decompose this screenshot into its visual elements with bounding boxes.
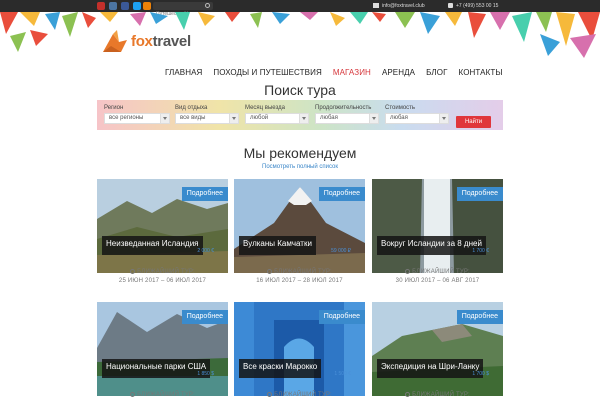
clock-icon [267,391,273,397]
clock-icon [405,391,411,397]
see-all-link[interactable]: Посмотреть полный список [0,164,600,170]
filter-duration: Продолжительность любая [315,105,379,124]
odnoklassniki-icon[interactable] [143,2,151,10]
tour-title[interactable]: Вокруг Исландии за 8 дней [377,236,486,255]
filter-region: Регион все регионы [104,105,170,124]
details-button[interactable]: Подробнее [456,310,503,324]
twitter-icon[interactable] [133,2,141,10]
tour-card[interactable]: Подробнее Национальные парки США 1 850 $ [97,302,228,396]
next-tour-info: БЛИЖАЙШИЙ ТУР: 25 ИЮН 2017 – 06 ИЮЛ 2017 [97,268,228,286]
search-section-title: Поиск тура [264,82,336,98]
clock-icon [267,268,273,274]
tour-price: 1 700 € [472,248,489,254]
details-button[interactable]: Подробнее [318,310,365,324]
nav-item-tours[interactable]: ПОХОДЫ И ПУТЕШЕСТВИЯ [213,68,321,77]
next-tour-info: БЛИЖАЙШИЙ ТУР: [234,391,365,400]
tour-card[interactable]: Подробнее Вокруг Исландии за 8 дней 1 70… [372,179,503,273]
mail-icon [373,3,379,8]
type-select[interactable]: все виды [175,113,239,124]
tour-title[interactable]: Неизведанная Исландия [102,236,203,255]
phone-icon [448,3,453,8]
youtube-icon[interactable] [97,2,105,10]
tour-card[interactable]: Подробнее Экспедиция на Шри-Ланку 1 700 … [372,302,503,396]
price-select[interactable]: любая [385,113,449,124]
filter-type: Вид отдыха все виды [175,105,239,124]
duration-select[interactable]: любая [315,113,379,124]
filter-price: Стоимость любая [385,105,449,124]
nav-item-blog[interactable]: БЛОГ [426,68,447,77]
filter-month: Месяц выезда любой [245,105,309,124]
search-box [153,2,213,18]
tour-dates: 25 ИЮН 2017 – 06 ИЮЛ 2017 [118,278,207,284]
clock-icon [130,268,136,274]
main-nav: ГЛАВНАЯ ПОХОДЫ И ПУТЕШЕСТВИЯ МАГАЗИН АРЕ… [165,68,503,77]
region-select[interactable]: все регионы [104,113,170,124]
filter-month-label: Месяц выезда [245,105,285,111]
tour-title[interactable]: Национальные парки США [102,359,211,378]
next-tour-info: БЛИЖАЙШИЙ ТУР: 16 ИЮЛ 2017 – 28 ИЮЛ 2017 [234,268,365,286]
fox-logo-icon[interactable] [101,30,129,54]
confetti-decoration [0,12,600,58]
clock-icon [130,391,136,397]
month-select[interactable]: любой [245,113,309,124]
tour-price: 1 700 $ [472,371,489,377]
chevron-down-icon [369,114,378,123]
top-bar: info@foxtravel.club +7 (499) 553 00 15 [0,0,600,18]
details-button[interactable]: Подробнее [181,187,228,201]
recommend-title: Мы рекомендуем [243,145,357,161]
tour-title[interactable]: Все краски Марокко [239,359,322,378]
tour-title[interactable]: Вулканы Камчатки [239,236,316,255]
tour-filter-bar: Регион все регионы Вид отдыха все виды М… [97,100,503,130]
vk-icon[interactable] [109,2,117,10]
nav-item-contacts[interactable]: КОНТАКТЫ [459,68,503,77]
details-button[interactable]: Подробнее [181,310,228,324]
filter-type-label: Вид отдыха [175,105,208,111]
clock-icon [405,268,411,274]
nav-item-rent[interactable]: АРЕНДА [382,68,415,77]
nav-item-home[interactable]: ГЛАВНАЯ [165,68,202,77]
tour-price: 59 000 ₽ [331,248,351,254]
search-icon[interactable] [205,3,210,8]
tour-dates: 16 ИЮЛ 2017 – 28 ИЮЛ 2017 [256,278,343,284]
find-button[interactable]: Найти [456,116,491,128]
next-tour-info: БЛИЖАЙШИЙ ТУР: [372,391,503,400]
tour-title[interactable]: Экспедиция на Шри-Ланку [377,359,484,378]
next-tour-info: БЛИЖАЙШИЙ ТУР: [97,391,228,400]
tour-price: 2 000 € [197,248,214,254]
tour-card[interactable]: Подробнее Все краски Марокко 1 500 € [234,302,365,396]
details-button[interactable]: Подробнее [456,187,503,201]
chevron-down-icon [299,114,308,123]
tour-card[interactable]: Подробнее Неизведанная Исландия 2 000 € [97,179,228,273]
chevron-down-icon [439,114,448,123]
logo-text[interactable]: foxtravel [131,33,191,50]
facebook-icon[interactable] [121,2,129,10]
email-link[interactable]: info@foxtravel.club [382,2,425,10]
details-button[interactable]: Подробнее [318,187,365,201]
filter-price-label: Стоимость [385,105,416,111]
tour-dates: 30 ИЮЛ 2017 – 06 АВГ 2017 [395,278,480,284]
filter-duration-label: Продолжительность [315,105,372,111]
tour-price: 1 500 € [334,371,351,377]
chevron-down-icon [229,114,238,123]
next-tour-info: БЛИЖАЙШИЙ ТУР: 30 ИЮЛ 2017 – 06 АВГ 2017 [372,268,503,286]
tour-card[interactable]: Подробнее Вулканы Камчатки 59 000 ₽ [234,179,365,273]
tour-price: 1 850 $ [197,371,214,377]
chevron-down-icon [160,114,169,123]
nav-item-shop[interactable]: МАГАЗИН [333,68,371,77]
phone-number: +7 (499) 553 00 15 [456,3,499,9]
filter-region-label: Регион [104,105,124,111]
